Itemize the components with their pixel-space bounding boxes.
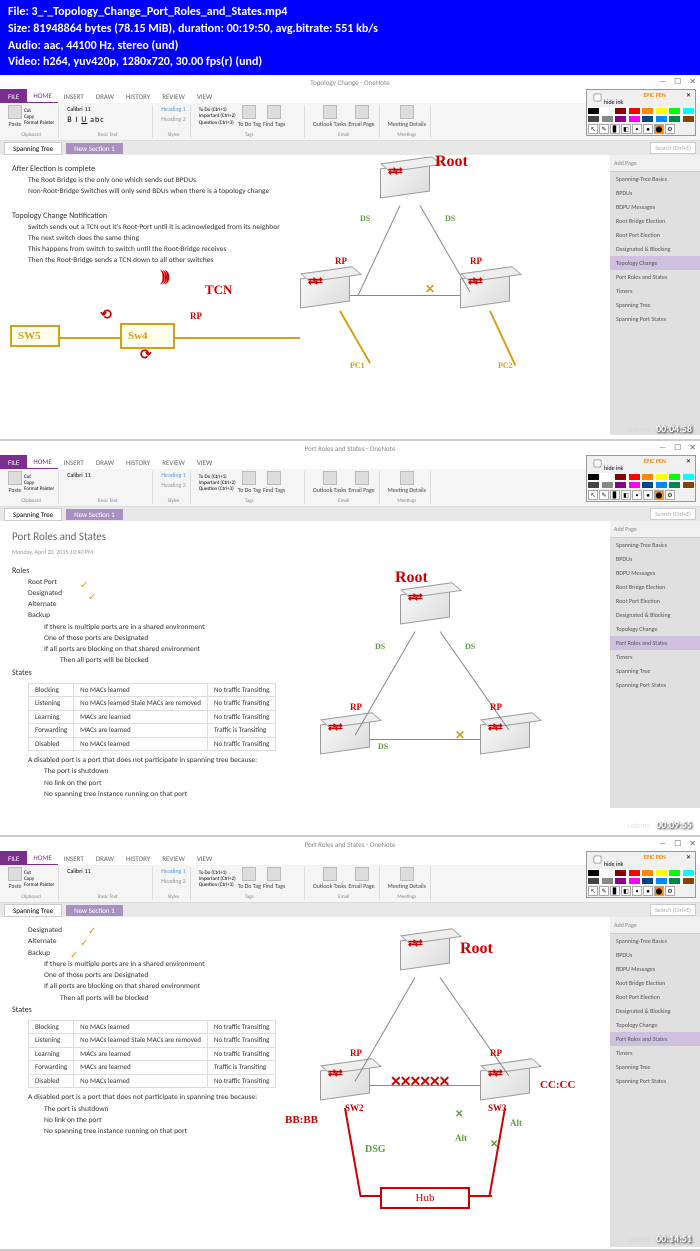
email-button[interactable]: Email Page [348, 105, 374, 128]
color-palette [587, 107, 695, 123]
epic-pen-panel[interactable]: hide inkEPIC PEN✕ ↖✎▊◧•●⬤⚙ [586, 851, 696, 898]
switch-sw3: ⇄⇄ [460, 275, 510, 311]
outlook-button[interactable]: Outlook Tasks [313, 105, 347, 128]
eraser-icon: ◧ [621, 124, 631, 134]
timestamp: 00:04:58 [656, 422, 692, 435]
note-canvas[interactable]: Port Roles and States Monday, April 20, … [0, 521, 610, 808]
screenshot-1: Topology Change - OneNote —☐✕ hide inkEP… [0, 75, 700, 441]
watermark: udemy [628, 425, 650, 435]
screenshot-2: Port Roles and States - OneNote—☐✕ hide … [0, 441, 700, 837]
meeting-button[interactable]: Meeting Details [388, 105, 426, 128]
note-canvas[interactable]: After Election is complete The Root Brid… [0, 155, 610, 435]
paste-button[interactable]: Paste [8, 105, 22, 128]
states-table: BlockingNo MACs learnedNo traffic Transi… [28, 683, 276, 752]
tool-row: ↖✎▊◧•●⬤⚙ [587, 123, 695, 135]
hilite-icon: ▊ [610, 124, 620, 134]
switch-sw2: ⇄⇄ [300, 275, 350, 311]
file-info-header: File: 3_-_Topology_Change_Port_Roles_and… [0, 0, 700, 75]
page-sidebar[interactable]: Add Page Spanning-Tree Basics BPDUs BDPU… [610, 155, 700, 435]
epic-pen-panel[interactable]: hide inkEPIC PEN✕ ↖✎▊◧•●⬤⚙ [586, 455, 696, 502]
epic-pen-panel[interactable]: hide inkEPIC PEN✕ ↖✎▊◧•●⬤⚙ [586, 89, 696, 136]
todo-tag-button[interactable]: To Do Tag [238, 105, 261, 128]
switch-sw1: ⇄⇄ [380, 165, 430, 201]
page-sidebar[interactable]: Add Page Spanning-Tree BasicsBPDUsBDPU M… [610, 521, 700, 808]
search-input[interactable]: Search (Ctrl+E) [650, 142, 696, 154]
notebook-tab[interactable]: Spanning Tree [4, 142, 62, 155]
file-tab[interactable]: FILE [0, 89, 27, 103]
add-page-button[interactable]: Add Page [610, 155, 700, 172]
note-canvas[interactable]: Designated✓ Alternate✓ Backup✓ If there … [0, 917, 610, 1247]
max-icon: ☐ [674, 77, 681, 87]
section-tab[interactable]: New Section 1 [66, 143, 123, 154]
cursor-icon: ↖ [588, 124, 598, 134]
screenshot-3: Port Roles and States - OneNote—☐✕ hide … [0, 837, 700, 1251]
notebook-bar[interactable]: Spanning Tree New Section 1 Search (Ctrl… [0, 141, 700, 155]
gear-icon: ⚙ [665, 124, 675, 134]
find-tags-button[interactable]: Find Tags [263, 105, 285, 128]
page-sidebar[interactable]: Add Page Spanning-Tree BasicsBPDUsBDPU M… [610, 917, 700, 1247]
close-icon: ✕ [689, 77, 696, 87]
titlebar: Topology Change - OneNote —☐✕ [0, 75, 700, 89]
states-table: BlockingNo MACs learnedNo traffic Transi… [28, 1020, 276, 1089]
pen-icon: ✎ [599, 124, 609, 134]
min-icon: — [659, 77, 666, 87]
close-icon: ✕ [686, 91, 691, 106]
